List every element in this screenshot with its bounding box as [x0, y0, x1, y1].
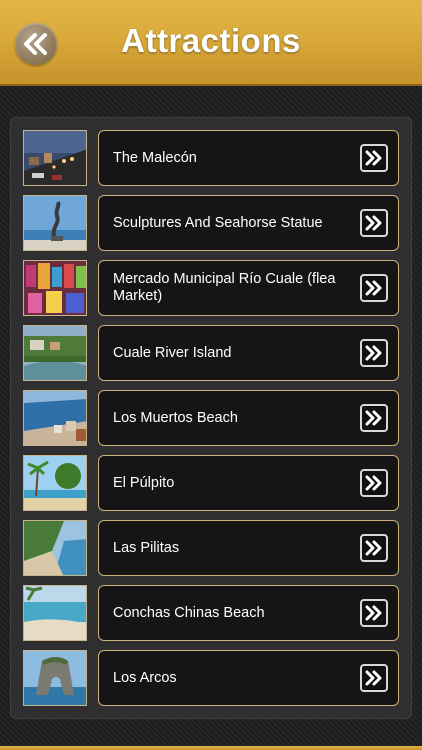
item-label: Los Muertos Beach	[113, 409, 238, 426]
thumbnail-image	[23, 585, 87, 641]
double-chevron-right-icon[interactable]	[360, 599, 388, 627]
list-item[interactable]: The Malecón	[23, 130, 399, 186]
item-box[interactable]: The Malecón	[98, 130, 399, 186]
double-chevron-right-icon[interactable]	[360, 144, 388, 172]
list-item[interactable]: El Púlpito	[23, 455, 399, 511]
item-box[interactable]: El Púlpito	[98, 455, 399, 511]
thumbnail-image	[23, 130, 87, 186]
list-item[interactable]: Cuale River Island	[23, 325, 399, 381]
item-box[interactable]: Las Pilitas	[98, 520, 399, 576]
list-item[interactable]: Mercado Municipal Río Cuale (flea Market…	[23, 260, 399, 316]
item-label: Conchas Chinas Beach	[113, 604, 265, 621]
item-label: Mercado Municipal Río Cuale (flea Market…	[113, 271, 336, 304]
double-chevron-right-icon[interactable]	[360, 209, 388, 237]
list-item[interactable]: Conchas Chinas Beach	[23, 585, 399, 641]
item-label: Los Arcos	[113, 669, 177, 686]
item-box[interactable]: Los Muertos Beach	[98, 390, 399, 446]
double-chevron-right-icon[interactable]	[360, 274, 388, 302]
thumbnail-image	[23, 520, 87, 576]
thumbnail-image	[23, 325, 87, 381]
double-chevron-right-icon[interactable]	[360, 404, 388, 432]
list-item[interactable]: Las Pilitas	[23, 520, 399, 576]
list-item[interactable]: Sculptures And Seahorse Statue	[23, 195, 399, 251]
double-chevron-right-icon[interactable]	[360, 339, 388, 367]
item-box[interactable]: Cuale River Island	[98, 325, 399, 381]
thumbnail-image	[23, 455, 87, 511]
item-box[interactable]: Los Arcos	[98, 650, 399, 706]
header-bar: Attractions	[0, 0, 422, 86]
page-title: Attractions	[121, 22, 301, 59]
item-box[interactable]: Conchas Chinas Beach	[98, 585, 399, 641]
item-box[interactable]: Sculptures And Seahorse Statue	[98, 195, 399, 251]
item-label: Cuale River Island	[113, 344, 232, 361]
thumbnail-image	[23, 390, 87, 446]
thumbnail-image	[23, 650, 87, 706]
double-chevron-right-icon[interactable]	[360, 664, 388, 692]
double-chevron-right-icon[interactable]	[360, 534, 388, 562]
thumbnail-image	[23, 260, 87, 316]
item-label: Sculptures And Seahorse Statue	[113, 214, 323, 231]
item-label: Las Pilitas	[113, 539, 180, 556]
bottom-bar	[0, 746, 422, 750]
list-item[interactable]: Los Arcos	[23, 650, 399, 706]
item-label: El Púlpito	[113, 474, 175, 491]
thumbnail-image	[23, 195, 87, 251]
list-item[interactable]: Los Muertos Beach	[23, 390, 399, 446]
item-label: The Malecón	[113, 149, 197, 166]
double-chevron-right-icon[interactable]	[360, 469, 388, 497]
item-box[interactable]: Mercado Municipal Río Cuale (flea Market…	[98, 260, 399, 316]
